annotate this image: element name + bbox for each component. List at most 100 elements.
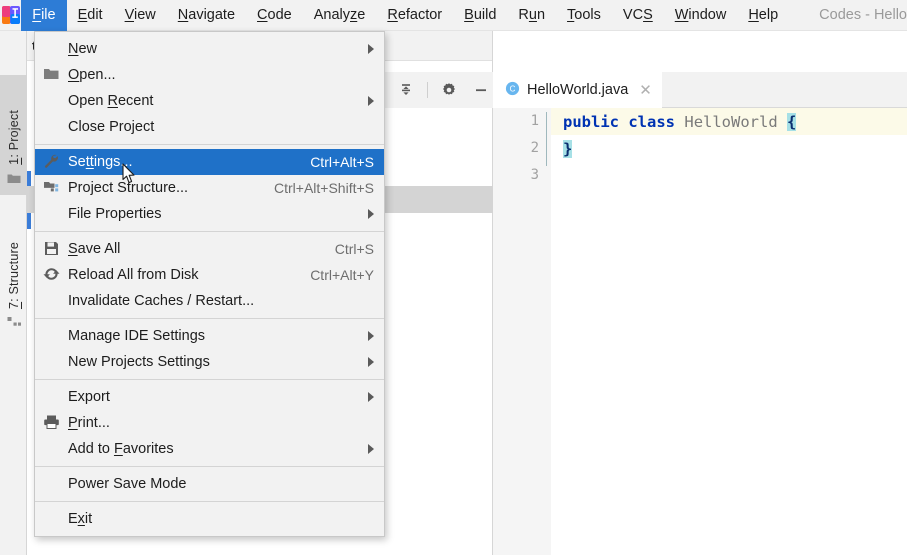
menu-item-label: Add to Favorites [68,441,174,457]
menu-label: Analyze [314,7,366,23]
menu-item-invalidate-caches-restart[interactable]: Invalidate Caches / Restart... [35,288,384,314]
menu-item-manage-ide-settings[interactable]: Manage IDE Settings [35,323,384,349]
menu-bar: File Edit View NavigateCode Analyze Refactor B… [0,0,907,31]
menu-run[interactable]: Run [507,0,556,31]
menu-item-label: Reload All from Disk [68,267,199,283]
editor-region: C HelloWorld.java ✕ 1 2 3 public class H… [493,31,907,555]
menu-separator [35,318,384,319]
editor-tab-filename: HelloWorld.java [527,82,628,98]
open-brace: { [787,113,796,131]
keyword-public: public [563,113,619,131]
menu-label: View [125,7,156,23]
menu-separator [35,466,384,467]
sidebar-tab-project[interactable]: 1: Project [0,75,27,195]
menu-label: Refactor [387,7,442,23]
menu-item-open[interactable]: Open... [35,62,384,88]
menu-item-close-project[interactable]: Close Project [35,114,384,140]
menu-separator [35,501,384,502]
project-structure-icon [43,179,61,197]
menu-item-shortcut: Ctrl+Alt+Y [310,267,374,283]
menu-item-reload-all-from-disk[interactable]: Reload All from Disk Ctrl+Alt+Y [35,262,384,288]
menu-item-export[interactable]: Export [35,384,384,410]
submenu-arrow-icon [368,392,374,402]
code-line-1: public class HelloWorld { [563,108,796,135]
menu-label: Help [748,7,778,23]
reload-icon [43,266,61,284]
sidebar-tab-structure[interactable]: 7: Structure [0,209,27,339]
menu-label: File [32,7,55,23]
line-number: 3 [493,167,539,183]
menu-item-label: File Properties [68,206,161,222]
menu-label: Tools [567,7,601,23]
menu-item-label: Open... [68,67,116,83]
menu-edit[interactable]: Edit [67,0,114,31]
menu-item-project-structure[interactable]: Project Structure... Ctrl+Alt+Shift+S [35,175,384,201]
menu-item-label: Project Structure... [68,180,188,196]
menu-item-label: Export [68,389,110,405]
menu-item-label: Invalidate Caches / Restart... [68,293,254,309]
menu-window[interactable]: Window [664,0,738,31]
menu-item-file-properties[interactable]: File Properties [35,201,384,227]
wrench-icon [43,153,61,171]
close-brace: } [563,140,572,158]
menu-item-label: Print... [68,415,110,431]
minimize-icon[interactable] [470,79,492,101]
file-menu-dropdown[interactable]: New Open... Open RecentClose Project Settin… [34,31,385,537]
menu-file[interactable]: File [21,0,66,31]
gear-icon[interactable] [438,79,460,101]
submenu-arrow-icon [368,209,374,219]
menu-vcs[interactable]: VCS [612,0,664,31]
menu-label: VCS [623,7,653,23]
menu-item-print[interactable]: Print... [35,410,384,436]
menu-item-label: Settings... [68,154,133,170]
toolbar-separator [427,82,428,98]
menu-help[interactable]: Help [737,0,789,31]
tool-window-toolbar [385,72,493,108]
folder-icon [43,66,61,84]
menu-build[interactable]: Build [453,0,507,31]
menu-item-shortcut: Ctrl+S [335,241,374,257]
save-icon [43,240,61,258]
menu-separator [35,144,384,145]
menu-item-exit[interactable]: Exit [35,506,384,532]
menu-item-open-recent[interactable]: Open Recent [35,88,384,114]
menu-item-label: Power Save Mode [68,476,186,492]
line-number: 1 [493,113,539,129]
menu-label: Window [675,7,727,23]
menu-item-settings[interactable]: Settings...Ctrl+Alt+S [35,149,384,175]
menu-item-new[interactable]: New [35,36,384,62]
submenu-arrow-icon [368,44,374,54]
svg-text:C: C [510,84,516,93]
code-folding-rail[interactable] [546,112,547,166]
close-icon[interactable]: ✕ [639,81,652,99]
collapse-all-icon[interactable] [395,79,417,101]
submenu-arrow-icon [368,357,374,367]
code-editor[interactable]: 1 2 3 public class HelloWorld { } [493,108,907,555]
keyword-class: class [628,113,675,131]
menu-item-add-to-favorites[interactable]: Add to Favorites [35,436,384,462]
menu-code[interactable]: Code [246,0,303,31]
menu-analyze[interactable]: Analyze [303,0,377,31]
structure-icon [7,315,21,333]
sidebar-tab-project-label: 1: Project [7,110,21,165]
menu-navigate[interactable]: Navigate [167,0,246,31]
menu-tools[interactable]: Tools [556,0,612,31]
menu-item-power-save-mode[interactable]: Power Save Mode [35,471,384,497]
editor-tab-bar: C HelloWorld.java ✕ [493,72,907,108]
left-tool-strip: 1: Project 7: Structure [0,31,27,555]
menu-item-save-all[interactable]: Save All Ctrl+S [35,236,384,262]
menu-view[interactable]: View [114,0,167,31]
submenu-arrow-icon [368,331,374,341]
menu-item-new-projects-settings[interactable]: New Projects Settings [35,349,384,375]
menu-item-label: New [68,41,97,57]
menu-refactor[interactable]: Refactor [376,0,453,31]
menu-separator [35,231,384,232]
code-line-2: } [563,135,572,162]
menu-item-shortcut: Ctrl+Alt+Shift+S [274,180,374,196]
java-class-icon: C [505,81,520,100]
editor-tab-helloworld[interactable]: C HelloWorld.java ✕ [493,72,662,108]
print-icon [43,414,61,432]
menu-item-label: New Projects Settings [68,354,210,370]
menu-separator [35,379,384,380]
menu-item-label: Save All [68,241,120,257]
